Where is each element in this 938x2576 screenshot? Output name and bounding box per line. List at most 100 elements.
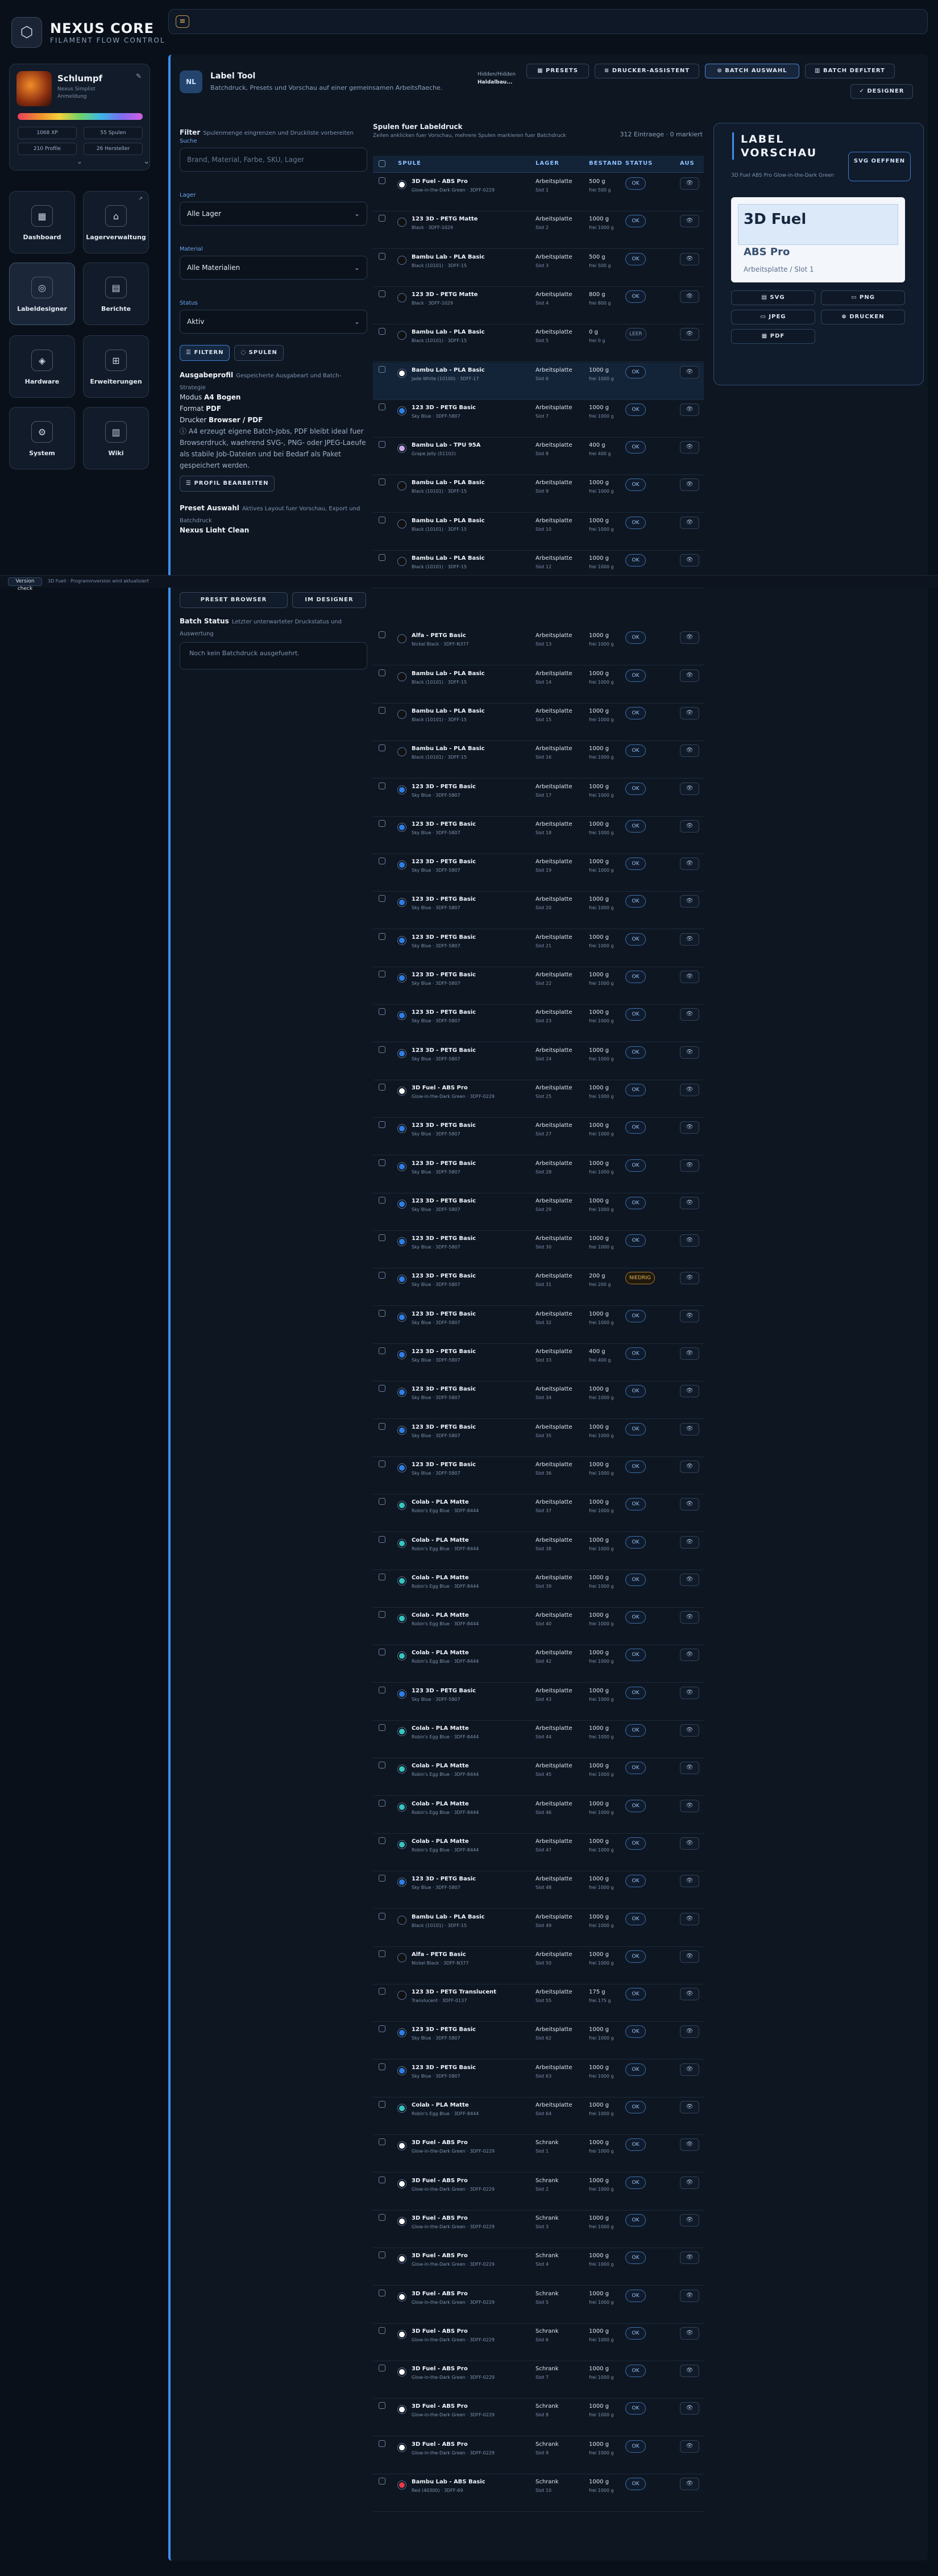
eye-icon[interactable]: 👁: [680, 1611, 699, 1624]
col-status[interactable]: STATUS: [625, 160, 653, 167]
table-row[interactable]: Colab - PLA Matte Robin's Egg Blue · 3DFF…: [373, 1570, 704, 1608]
eye-icon[interactable]: 👁: [680, 441, 699, 454]
table-row[interactable]: 3D Fuel - ABS Pro Glow-in-the-Dark Green …: [373, 1080, 704, 1118]
eye-icon[interactable]: 👁: [680, 2365, 699, 2378]
row-checkbox[interactable]: [379, 1762, 385, 1769]
table-row[interactable]: Colab - PLA Matte Robin's Egg Blue · 3DFF…: [373, 1533, 704, 1570]
row-checkbox[interactable]: [379, 403, 385, 410]
eye-icon[interactable]: 👁: [680, 2063, 699, 2076]
eye-icon[interactable]: 👁: [680, 478, 699, 492]
row-checkbox[interactable]: [379, 2176, 385, 2183]
print-button[interactable]: ⊕ DRUCKEN: [821, 310, 905, 324]
table-row[interactable]: Bambu Lab - PLA Basic Black (10101) · 3DF…: [373, 666, 704, 704]
table-row[interactable]: 3D Fuel - ABS Pro Glow-in-the-Dark Green …: [373, 2248, 704, 2286]
row-checkbox[interactable]: [379, 1083, 385, 1091]
select-all-checkbox[interactable]: [379, 160, 385, 167]
open-svg-button[interactable]: SVG OEFFNEN: [848, 152, 911, 181]
eye-icon[interactable]: 👁: [680, 819, 699, 833]
table-row[interactable]: Colab - PLA Matte Robin's Egg Blue · 3DFF…: [373, 1834, 704, 1871]
material-select[interactable]: Alle Materialien ⌄: [180, 256, 367, 280]
row-checkbox[interactable]: [379, 1611, 385, 1618]
row-checkbox[interactable]: [379, 554, 385, 561]
row-checkbox[interactable]: [379, 744, 385, 752]
table-row[interactable]: Colab - PLA Matte Robin's Egg Blue · 3DFF…: [373, 1721, 704, 1758]
table-row[interactable]: 123 3D - PETG Basic Sky Blue · 3DFF-5807 A…: [373, 400, 704, 438]
table-row[interactable]: 3D Fuel - ABS Pro Glow-in-the-Dark Green …: [373, 2135, 704, 2173]
table-row[interactable]: Bambu Lab - PLA Basic Black (10101) · 3DF…: [373, 249, 704, 287]
row-checkbox[interactable]: [379, 1950, 385, 1957]
eye-icon[interactable]: 👁: [680, 1196, 699, 1209]
eye-icon[interactable]: 👁: [680, 2327, 699, 2340]
row-checkbox[interactable]: [379, 895, 385, 902]
row-checkbox[interactable]: [379, 215, 385, 222]
row-checkbox[interactable]: [379, 819, 385, 827]
row-checkbox[interactable]: [379, 1234, 385, 1242]
table-row[interactable]: Bambu Lab - PLA Basic Black (10101) · 3DF…: [373, 1909, 704, 1947]
menu-icon[interactable]: ≡: [176, 15, 189, 28]
table-row[interactable]: 3D Fuel - ABS Pro Glow-in-the-Dark Green …: [373, 2361, 704, 2399]
row-checkbox[interactable]: [379, 2252, 385, 2259]
eye-icon[interactable]: 👁: [680, 1422, 699, 1435]
row-checkbox[interactable]: [379, 2138, 385, 2146]
eye-icon[interactable]: 👁: [680, 1008, 699, 1021]
eye-icon[interactable]: 👁: [680, 1686, 699, 1699]
row-checkbox[interactable]: [379, 1422, 385, 1430]
search-input[interactable]: Brand, Material, Farbe, SKU, Lager: [180, 148, 367, 172]
eye-icon[interactable]: 👁: [680, 1347, 699, 1360]
table-row[interactable]: 3D Fuel - ABS Pro Glow-in-the-Dark Green …: [373, 2211, 704, 2248]
table-row[interactable]: 123 3D - PETG Basic Sky Blue · 3DFF-5807 A…: [373, 2022, 704, 2060]
export-png-button[interactable]: ▭ PNG: [821, 290, 905, 305]
eye-icon[interactable]: 👁: [680, 1159, 699, 1172]
eye-icon[interactable]: 👁: [680, 1799, 699, 1812]
eye-icon[interactable]: 👁: [680, 933, 699, 946]
row-checkbox[interactable]: [379, 2327, 385, 2334]
table-row[interactable]: 123 3D - PETG Basic Sky Blue · 3DFF-5807 A…: [373, 1457, 704, 1495]
row-checkbox[interactable]: [379, 1347, 385, 1354]
table-row[interactable]: 123 3D - PETG Basic Sky Blue · 3DFF-5807 A…: [373, 1156, 704, 1193]
table-row[interactable]: 123 3D - PETG Basic Sky Blue · 3DFF-5807 A…: [373, 1118, 704, 1156]
nav-lagerverwaltung[interactable]: ↗ ⌂ Lagerverwaltung: [83, 191, 149, 253]
row-checkbox[interactable]: [379, 669, 385, 676]
table-row[interactable]: 123 3D - PETG Basic Sky Blue · 3DFF-5807 A…: [373, 1268, 704, 1306]
row-checkbox[interactable]: [379, 1159, 385, 1166]
table-row[interactable]: 123 3D - PETG Basic Sky Blue · 3DFF-5807 A…: [373, 1043, 704, 1080]
table-row[interactable]: 123 3D - PETG Basic Sky Blue · 3DFF-5807 A…: [373, 1381, 704, 1420]
row-checkbox[interactable]: [379, 1385, 385, 1392]
eye-icon[interactable]: 👁: [680, 290, 699, 303]
export-jpeg-button[interactable]: ▭ JPEG: [731, 310, 815, 324]
table-row[interactable]: Alfa - PETG Basic Nickel Black · 3DFF-N37…: [373, 628, 704, 666]
eye-icon[interactable]: 👁: [680, 1309, 699, 1322]
table-row[interactable]: Colab - PLA Matte Robin's Egg Blue · 3DFF…: [373, 1758, 704, 1796]
eye-icon[interactable]: 👁: [680, 971, 699, 983]
table-row[interactable]: 123 3D - PETG Basic Sky Blue · 3DFF-5807 A…: [373, 1683, 704, 1721]
row-checkbox[interactable]: [379, 1460, 385, 1467]
eye-icon[interactable]: 👁: [680, 1573, 699, 1586]
row-checkbox[interactable]: [379, 1988, 385, 1995]
table-row[interactable]: 123 3D - PETG Translucent Translucent · 3…: [373, 1984, 704, 2022]
row-checkbox[interactable]: [379, 1498, 385, 1505]
table-row[interactable]: Bambu Lab - PLA Basic Black (10101) · 3DF…: [373, 324, 704, 363]
table-row[interactable]: 3D Fuel - ABS Pro Glow-in-the-Dark Green …: [373, 2437, 704, 2474]
row-checkbox[interactable]: [379, 177, 385, 184]
eye-icon[interactable]: 👁: [680, 1762, 699, 1775]
edit-profile-icon[interactable]: ✎: [136, 72, 142, 80]
eye-icon[interactable]: 👁: [680, 895, 699, 908]
table-row[interactable]: Alfa - PETG Basic Nickel Black · 3DFF-N37…: [373, 1947, 704, 1984]
row-checkbox[interactable]: [379, 2063, 385, 2070]
row-checkbox[interactable]: [379, 441, 385, 448]
nav-berichte[interactable]: ▤ Berichte: [83, 263, 149, 325]
table-row[interactable]: 123 3D - PETG Basic Sky Blue · 3DFF-5807 A…: [373, 1005, 704, 1043]
eye-icon[interactable]: 👁: [680, 2440, 699, 2453]
eye-icon[interactable]: 👁: [680, 252, 699, 265]
table-row[interactable]: 123 3D - PETG Basic Sky Blue · 3DFF-5807 A…: [373, 1231, 704, 1269]
row-checkbox[interactable]: [379, 1912, 385, 1920]
spools-button[interactable]: ◌ SPULEN: [234, 345, 284, 361]
nav-dashboard[interactable]: ▦ Dashboard: [9, 191, 75, 253]
eye-icon[interactable]: 👁: [680, 1234, 699, 1247]
eye-icon[interactable]: 👁: [680, 2138, 699, 2151]
row-checkbox[interactable]: [379, 971, 385, 977]
eye-icon[interactable]: 👁: [680, 1272, 699, 1285]
row-checkbox[interactable]: [379, 1875, 385, 1882]
presets-button[interactable]: ▦ PRESETS: [526, 64, 589, 78]
table-row[interactable]: 3D Fuel - ABS Pro Glow-in-the-Dark Green …: [373, 2399, 704, 2437]
